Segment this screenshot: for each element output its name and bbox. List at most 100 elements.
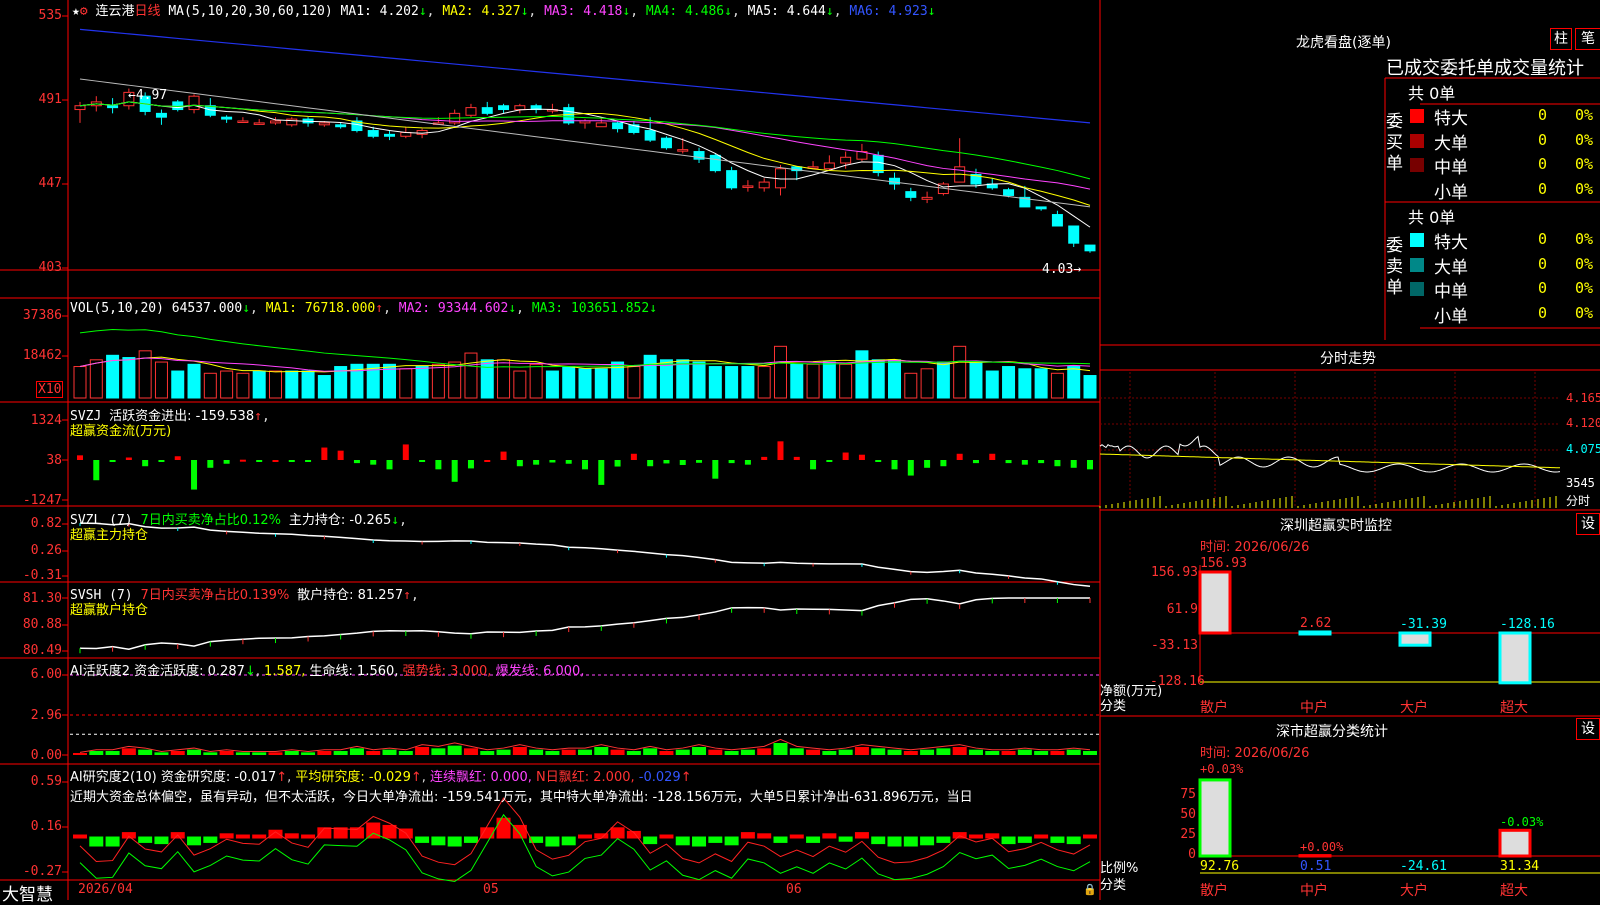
- sh-top-label-3: -0.03%: [1500, 815, 1543, 829]
- ai2-bar-37: [676, 837, 690, 846]
- vol-bar-53: [937, 362, 949, 398]
- vol-bar-0: [74, 367, 86, 398]
- sell-row-color-2: [1410, 282, 1424, 296]
- svzj-bar-6: [175, 456, 181, 460]
- ma5-value: MA5: 4.644: [748, 4, 826, 19]
- buy-row-color-3: [1410, 183, 1424, 197]
- svzj-bar-34: [631, 454, 637, 460]
- buy-row-name-2: 中单: [1434, 153, 1468, 178]
- ai1-life: 生命线: 1.560,: [310, 664, 399, 679]
- ai1-bar-21: [415, 747, 429, 755]
- vol-bar-5: [155, 362, 167, 398]
- sell-row-value-1: 0: [1538, 255, 1547, 273]
- candle-35: [645, 131, 655, 141]
- sh-settings-button[interactable]: 设: [1576, 718, 1600, 740]
- stats-tab[interactable]: 已成交委托单成交量统计: [1386, 54, 1584, 80]
- ai1-bar-12: [268, 752, 282, 755]
- ai1-bar-10: [236, 752, 250, 755]
- sz-value-label-2: -31.39: [1400, 617, 1447, 632]
- sz-cat-label-0: 散户: [1200, 697, 1228, 717]
- ai1-bar-62: [1083, 751, 1097, 755]
- svzl-tick-3: -0.31: [2, 568, 62, 583]
- buy-row-pct-3: 0%: [1575, 180, 1593, 198]
- sz-settings-button[interactable]: 设: [1576, 513, 1600, 535]
- candle-6: [173, 102, 183, 110]
- ai2-bar-62: [1083, 835, 1097, 839]
- sz-cat-label-1: 中户: [1300, 697, 1328, 717]
- candle-49: [873, 155, 883, 172]
- vol-bar-55: [970, 362, 982, 398]
- svzj-bar-40: [729, 460, 735, 463]
- vol-bar-39: [709, 367, 721, 398]
- candle-52: [922, 197, 932, 199]
- vol-bar-3: [123, 358, 135, 398]
- sz-value-label-0: 156.93: [1200, 556, 1247, 571]
- period-label[interactable]: 日线: [135, 4, 161, 19]
- ai2-bar-59: [1034, 835, 1048, 839]
- ai2-line-green: [80, 815, 1090, 882]
- price-tick-3: 447: [2, 176, 62, 191]
- candle-36: [661, 138, 671, 148]
- kline-chart-area[interactable]: [0, 0, 1600, 900]
- ai1-bar-1: [89, 751, 103, 755]
- sell-row-name-1: 大单: [1434, 253, 1468, 278]
- ai1-bar-19: [383, 750, 397, 755]
- favorite-star-icon[interactable]: ★: [72, 4, 80, 19]
- ai1-bar-48: [855, 747, 869, 755]
- ai2-avg: 平均研究度: -0.029: [295, 770, 410, 785]
- candle-37: [678, 150, 688, 152]
- ai1-bar-51: [904, 751, 918, 755]
- buy-row-pct-0: 0%: [1575, 106, 1593, 124]
- svsh-subtitle: 超赢散户持仓: [70, 599, 148, 618]
- svzj-bar-27: [517, 460, 523, 466]
- sz-cat-label-3: 超大: [1500, 697, 1528, 717]
- vol-bar-28: [530, 364, 542, 398]
- lock-icon[interactable]: 🔒: [1083, 883, 1097, 896]
- bar-mode-button[interactable]: 柱: [1550, 28, 1572, 50]
- ai2-bar-36: [659, 835, 673, 839]
- ai1-bar-44: [790, 748, 804, 755]
- vol-bar-58: [1019, 369, 1031, 398]
- ai1-bar-32: [594, 747, 608, 755]
- svzj-bar-20: [403, 444, 409, 460]
- date-axis-may: 05: [483, 882, 499, 897]
- ai1-bar-2: [106, 751, 120, 755]
- svzj-bar-18: [370, 460, 376, 465]
- buy-row-pct-2: 0%: [1575, 155, 1593, 173]
- tick-mode-button[interactable]: 笔: [1575, 28, 1600, 50]
- candle-42: [759, 182, 769, 188]
- svzj-bar-37: [680, 460, 686, 465]
- brand-logo[interactable]: 大智慧: [2, 880, 53, 905]
- ai2-bar-9: [220, 833, 234, 838]
- date-axis-june: 06: [786, 882, 802, 897]
- ai1-bar-27: [513, 747, 527, 755]
- ai1-bar-45: [806, 750, 820, 755]
- vol-bar-43: [774, 346, 786, 398]
- ai2-bar-8: [203, 837, 217, 843]
- sh-time: 时间: 2026/06/26: [1200, 742, 1309, 761]
- candle-11: [254, 123, 264, 125]
- ai1-bar-43: [773, 743, 787, 755]
- svzj-bar-45: [810, 460, 816, 469]
- vol-unit-badge[interactable]: X10: [36, 381, 63, 398]
- sh-bar-0: [1200, 780, 1230, 856]
- sz-tick-2: 61.9: [1150, 602, 1198, 617]
- ai1-bar-34: [627, 751, 641, 755]
- svzj-tick-2: 38: [2, 453, 62, 468]
- ai2-bar-19: [383, 825, 397, 839]
- settings-gear-icon[interactable]: ⚙: [80, 4, 88, 19]
- sz-cat-label-2: 大户: [1400, 697, 1428, 717]
- ai1-bar-6: [171, 751, 185, 755]
- svzj-bar-50: [892, 460, 898, 469]
- candle-7: [189, 96, 199, 109]
- ai1-bar-0: [73, 753, 87, 755]
- vol-bar-35: [644, 355, 656, 398]
- svzj-bar-19: [387, 460, 393, 469]
- ai2-last: -0.029: [639, 770, 681, 785]
- ai2-bar-18: [366, 823, 380, 839]
- vol-bar-62: [1084, 376, 1096, 398]
- sell-row-value-0: 0: [1538, 230, 1547, 248]
- vol-value: 64537.000: [172, 301, 242, 316]
- sh-value-label-1: 0.51: [1300, 859, 1331, 874]
- svzj-bar-62: [1087, 460, 1093, 469]
